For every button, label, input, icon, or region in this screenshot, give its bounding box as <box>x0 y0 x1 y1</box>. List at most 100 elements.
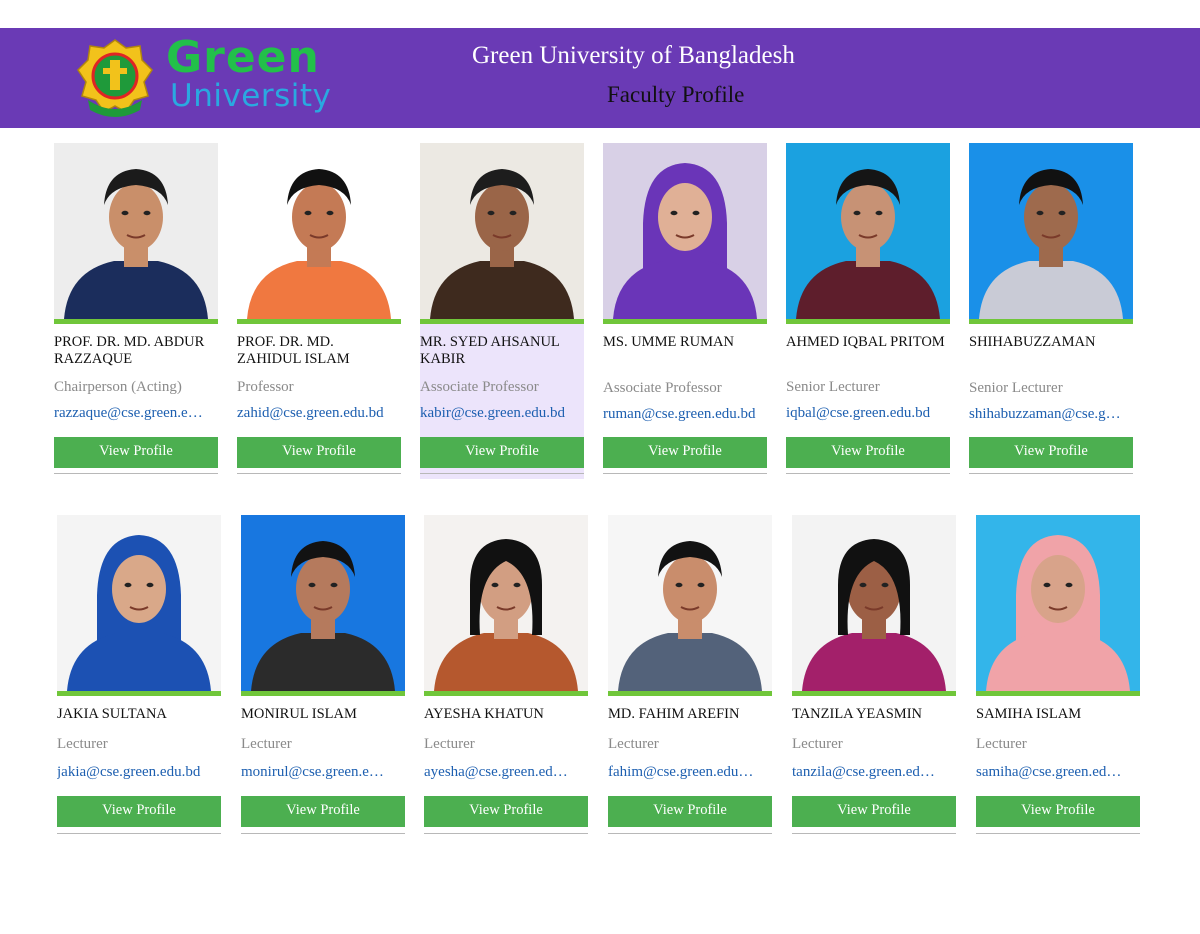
faculty-photo <box>424 515 588 691</box>
faculty-card: PROF. DR. MD. ZAHIDUL ISLAM Professor za… <box>237 143 401 479</box>
accent-bar <box>969 319 1133 324</box>
faculty-name: PROF. DR. MD. ZAHIDUL ISLAM <box>237 334 350 367</box>
faculty-email-link[interactable]: ayesha@cse.green.ed… <box>424 764 588 781</box>
faculty-name: MD. FAHIM AREFIN <box>608 706 740 722</box>
faculty-name: AYESHA KHATUN <box>424 706 544 722</box>
site-header: Green University Green University of Ban… <box>0 28 1200 128</box>
faculty-card: MS. UMME RUMAN Associate Professor ruman… <box>603 143 767 479</box>
faculty-designation: Lecturer <box>792 736 843 752</box>
accent-bar <box>608 691 772 696</box>
faculty-name: MS. UMME RUMAN <box>603 334 734 350</box>
view-profile-button[interactable]: View Profile <box>786 437 950 468</box>
faculty-portrait <box>237 143 401 319</box>
accent-bar <box>57 691 221 696</box>
view-profile-button[interactable]: View Profile <box>237 437 401 468</box>
faculty-portrait <box>424 515 588 691</box>
faculty-email-link[interactable]: monirul@cse.green.e… <box>241 764 405 781</box>
faculty-email-link[interactable]: shihabuzzaman@cse.g… <box>969 406 1133 423</box>
faculty-portrait <box>241 515 405 691</box>
logo-wordmark-green: Green <box>166 32 320 83</box>
faculty-designation: Lecturer <box>424 736 475 752</box>
faculty-card: MD. FAHIM AREFIN Lecturer fahim@cse.gree… <box>608 515 772 851</box>
faculty-designation: Associate Professor <box>603 380 722 396</box>
divider <box>976 833 1140 834</box>
faculty-email-link[interactable]: iqbal@cse.green.edu.bd <box>786 405 950 422</box>
view-profile-button[interactable]: View Profile <box>57 796 221 827</box>
faculty-card: SAMIHA ISLAM Lecturer samiha@cse.green.e… <box>976 515 1140 851</box>
faculty-portrait <box>976 515 1140 691</box>
faculty-photo <box>241 515 405 691</box>
faculty-email-link[interactable]: razzaque@cse.green.e… <box>54 405 218 422</box>
faculty-email-link[interactable]: zahid@cse.green.edu.bd <box>237 405 401 422</box>
divider <box>603 473 767 474</box>
view-profile-button[interactable]: View Profile <box>424 796 588 827</box>
faculty-card: TANZILA YEASMIN Lecturer tanzila@cse.gre… <box>792 515 956 851</box>
divider <box>241 833 405 834</box>
faculty-email-link[interactable]: kabir@cse.green.edu.bd <box>420 405 584 422</box>
view-profile-button[interactable]: View Profile <box>608 796 772 827</box>
faculty-name: MR. SYED AHSANUL KABIR <box>420 334 560 367</box>
faculty-designation: Senior Lecturer <box>969 380 1063 396</box>
faculty-portrait <box>54 143 218 319</box>
accent-bar <box>786 319 950 324</box>
faculty-name: AHMED IQBAL PRITOM <box>786 334 945 350</box>
divider <box>420 473 584 474</box>
university-seal-icon <box>77 39 153 117</box>
faculty-card: MONIRUL ISLAM Lecturer monirul@cse.green… <box>241 515 405 851</box>
faculty-card: AYESHA KHATUN Lecturer ayesha@cse.green.… <box>424 515 588 851</box>
divider <box>969 473 1133 474</box>
faculty-portrait <box>420 143 584 319</box>
accent-bar <box>603 319 767 324</box>
faculty-email-link[interactable]: samiha@cse.green.ed… <box>976 764 1140 781</box>
view-profile-button[interactable]: View Profile <box>792 796 956 827</box>
faculty-email-link[interactable]: fahim@cse.green.edu… <box>608 764 772 781</box>
faculty-designation: Associate Professor <box>420 379 539 395</box>
faculty-photo <box>237 143 401 319</box>
accent-bar <box>976 691 1140 696</box>
faculty-name: MONIRUL ISLAM <box>241 706 357 722</box>
faculty-card: MR. SYED AHSANUL KABIR Associate Profess… <box>420 143 584 479</box>
faculty-designation: Lecturer <box>241 736 292 752</box>
faculty-designation: Professor <box>237 379 294 395</box>
faculty-card: SHIHABUZZAMAN Senior Lecturer shihabuzza… <box>969 143 1133 479</box>
page-title: Green University of Bangladesh <box>472 42 795 69</box>
faculty-designation: Lecturer <box>976 736 1027 752</box>
page-subtitle: Faculty Profile <box>607 82 745 107</box>
faculty-portrait <box>57 515 221 691</box>
accent-bar <box>54 319 218 324</box>
view-profile-button[interactable]: View Profile <box>54 437 218 468</box>
faculty-email-link[interactable]: jakia@cse.green.edu.bd <box>57 764 221 781</box>
faculty-card: AHMED IQBAL PRITOM Senior Lecturer iqbal… <box>786 143 950 479</box>
divider <box>786 473 950 474</box>
view-profile-button[interactable]: View Profile <box>603 437 767 468</box>
divider <box>57 833 221 834</box>
faculty-card: JAKIA SULTANA Lecturer jakia@cse.green.e… <box>57 515 221 851</box>
view-profile-button[interactable]: View Profile <box>420 437 584 468</box>
faculty-portrait <box>603 143 767 319</box>
faculty-designation: Chairperson (Acting) <box>54 379 182 395</box>
accent-bar <box>424 691 588 696</box>
faculty-photo <box>969 143 1133 319</box>
faculty-email-link[interactable]: ruman@cse.green.edu.bd <box>603 406 767 423</box>
faculty-photo <box>976 515 1140 691</box>
faculty-portrait <box>786 143 950 319</box>
faculty-name: PROF. DR. MD. ABDUR RAZZAQUE <box>54 334 205 367</box>
logo-wordmark-university: University <box>170 78 332 114</box>
accent-bar <box>792 691 956 696</box>
faculty-photo <box>608 515 772 691</box>
accent-bar <box>241 691 405 696</box>
accent-bar <box>237 319 401 324</box>
faculty-name: SHIHABUZZAMAN <box>969 334 1096 350</box>
faculty-card: PROF. DR. MD. ABDUR RAZZAQUE Chairperson… <box>54 143 218 479</box>
faculty-photo <box>420 143 584 319</box>
university-logo[interactable]: Green University <box>74 32 334 122</box>
view-profile-button[interactable]: View Profile <box>976 796 1140 827</box>
view-profile-button[interactable]: View Profile <box>241 796 405 827</box>
faculty-portrait <box>792 515 956 691</box>
view-profile-button[interactable]: View Profile <box>969 437 1133 468</box>
divider <box>54 473 218 474</box>
faculty-email-link[interactable]: tanzila@cse.green.ed… <box>792 764 956 781</box>
faculty-photo <box>792 515 956 691</box>
faculty-photo <box>603 143 767 319</box>
divider <box>608 833 772 834</box>
